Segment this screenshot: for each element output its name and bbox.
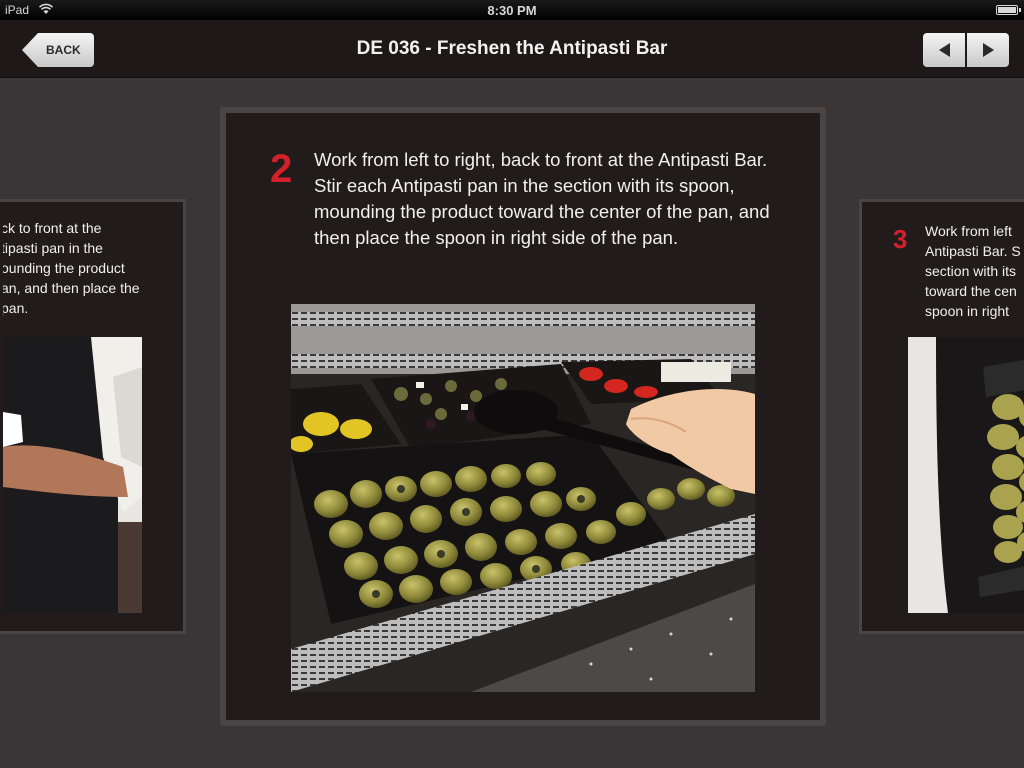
next-step-line: toward the cen xyxy=(925,283,1017,299)
current-step-card: 2 Work from left to right, back to front… xyxy=(220,107,826,726)
previous-step-card[interactable]: ck to front at the tipasti pan in the ou… xyxy=(0,199,186,634)
next-step-line: spoon in right xyxy=(925,303,1010,319)
previous-step-line: ck to front at the xyxy=(3,220,102,236)
right-arrow-icon xyxy=(982,43,994,57)
nav-bar: BACK DE 036 - Freshen the Antipasti Bar xyxy=(0,20,1024,78)
previous-step-line: pan. xyxy=(3,300,29,316)
previous-step-button[interactable] xyxy=(923,33,965,67)
page-title: DE 036 - Freshen the Antipasti Bar xyxy=(356,38,668,59)
step-photo-antipasti-bar xyxy=(291,304,755,692)
next-step-line: Antipasti Bar. S xyxy=(925,243,1021,259)
next-step-number: 3 xyxy=(893,224,908,254)
battery-icon xyxy=(996,5,1021,15)
previous-step-text: ck to front at the tipasti pan in the ou… xyxy=(3,218,171,328)
step-instructions: Work from left to right, back to front a… xyxy=(314,149,770,248)
previous-step-photo xyxy=(3,337,142,613)
step-number: 2 xyxy=(270,147,293,191)
status-bar: iPad 8:30 PM xyxy=(0,0,1024,20)
next-step-line: section with its xyxy=(925,263,1017,279)
next-step-button[interactable] xyxy=(967,33,1009,67)
next-step-line: Work from left xyxy=(925,223,1012,239)
previous-step-line: ounding the product xyxy=(3,260,125,276)
step-navigation xyxy=(923,33,1009,67)
next-step-photo xyxy=(908,337,1024,613)
previous-step-line: tipasti pan in the xyxy=(3,240,103,256)
next-step-card[interactable]: 3 Work from left Antipasti Bar. S sectio… xyxy=(859,199,1024,634)
next-step-text: Work from left Antipasti Bar. S section … xyxy=(925,221,1024,331)
status-time: 8:30 PM xyxy=(487,3,537,18)
previous-step-line: an, and then place the xyxy=(3,280,140,296)
left-arrow-icon xyxy=(938,43,950,57)
